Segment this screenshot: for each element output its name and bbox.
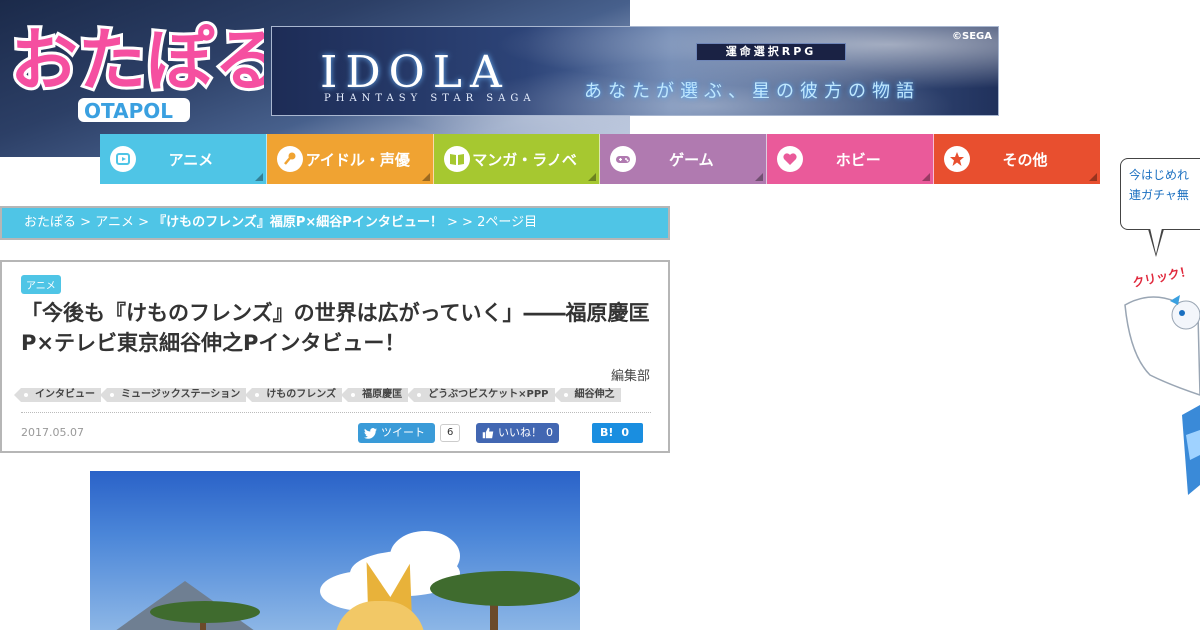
tag-list: インタビュー ミュージックステーション けものフレンズ 福原慶匡 どうぶつビスケ… xyxy=(14,388,621,402)
ad-title: IDOLA xyxy=(320,47,510,98)
tag-item[interactable]: ミュージックステーション xyxy=(99,388,247,402)
hatena-count: 0 xyxy=(621,426,630,439)
hatena-button[interactable]: B! 0 xyxy=(592,423,644,443)
nav-item-other[interactable]: その他 xyxy=(934,134,1100,184)
article-title: 「今後も『けものフレンズ』の世界は広がっていく」――福原慶匡P×テレビ東京細谷伸… xyxy=(21,301,650,355)
nav-item-label: アイドル・声優 xyxy=(305,150,410,169)
ad-tagline: あなたが選ぶ、星の彼方の物語 xyxy=(584,81,920,102)
main-nav: アニメ アイドル・声優 マンガ・ラノベ ゲーム ホビー その他 xyxy=(100,134,1100,184)
tag-item[interactable]: けものフレンズ xyxy=(245,388,343,402)
logo-text: おたぽる xyxy=(10,22,264,101)
tweet-count: 6 xyxy=(440,424,461,442)
nav-item-hobby[interactable]: ホビー xyxy=(767,134,935,184)
nav-item-game[interactable]: ゲーム xyxy=(600,134,768,184)
tag-item[interactable]: 福原慶匡 xyxy=(341,388,409,402)
ad-banner[interactable]: IDOLA PHANTASY STAR SAGA 運命選択RPG ©SEGA あ… xyxy=(271,26,999,116)
like-button[interactable]: いいね！ 0 xyxy=(476,423,559,443)
nav-item-label: マンガ・ラノベ xyxy=(472,150,577,169)
mascot-character-image[interactable] xyxy=(1120,285,1200,505)
nav-item-idol[interactable]: アイドル・声優 xyxy=(266,134,434,184)
tag-item[interactable]: インタビュー xyxy=(14,388,101,402)
breadcrumb-page: 2ページ目 xyxy=(477,215,538,230)
nav-item-label: その他 xyxy=(1002,150,1048,169)
like-count: 0 xyxy=(546,426,553,439)
page: おたぽる OTAPOL IDOLA PHANTASY STAR SAGA 運命選… xyxy=(0,0,1200,630)
promo-speech-bubble[interactable]: 今はじめれ 連ガチャ無 xyxy=(1120,158,1200,230)
facebook-like: いいね！ 0 xyxy=(476,423,559,443)
breadcrumb: おたぽる > アニメ > 『けものフレンズ』福原P×細谷Pインタビュー！ > >… xyxy=(0,206,670,240)
thumbs-up-icon xyxy=(482,427,494,439)
article-hero-image xyxy=(90,471,580,630)
category-badge[interactable]: アニメ xyxy=(21,275,61,294)
nav-item-label: アニメ xyxy=(168,150,214,169)
hatena-bookmark: B! 0 xyxy=(592,423,644,443)
tweet-button[interactable]: ツイート xyxy=(358,423,435,443)
nav-item-label: ホビー xyxy=(835,150,881,169)
article-author[interactable]: 編集部 xyxy=(611,365,650,384)
article-header-card: アニメ 「今後も『けものフレンズ』の世界は広がっていく」――福原慶匡P×テレビ東… xyxy=(0,260,670,453)
nav-item-anime[interactable]: アニメ xyxy=(100,134,267,184)
breadcrumb-category[interactable]: アニメ xyxy=(95,215,134,230)
article-date: 2017.05.07 xyxy=(21,426,84,439)
hatena-icon: B! xyxy=(600,426,614,439)
site-logo[interactable]: おたぽる OTAPOL xyxy=(4,6,264,126)
gamepad-icon xyxy=(610,146,637,172)
logo-subtext: OTAPOL xyxy=(84,99,173,123)
breadcrumb-home[interactable]: おたぽる xyxy=(24,215,76,230)
nav-item-manga[interactable]: マンガ・ラノベ xyxy=(433,134,601,184)
book-icon xyxy=(443,146,470,172)
ad-subtitle: PHANTASY STAR SAGA xyxy=(324,93,536,104)
promo-line-1: 今はじめれ xyxy=(1129,168,1190,182)
star-icon xyxy=(944,146,971,172)
ad-genre: 運命選択RPG xyxy=(696,43,846,61)
nav-item-label: ゲーム xyxy=(669,150,714,169)
twitter-bird-icon xyxy=(364,427,377,439)
tweet-share: ツイート 6 xyxy=(358,423,461,443)
play-icon xyxy=(110,146,136,172)
tag-item[interactable]: 細谷伸之 xyxy=(553,388,621,402)
microphone-icon xyxy=(276,146,303,172)
promo-line-2: 連ガチャ無 xyxy=(1129,188,1189,202)
heart-icon xyxy=(777,146,804,172)
ad-copyright: ©SEGA xyxy=(952,31,992,42)
tag-item[interactable]: どうぶつビスケット×PPP xyxy=(407,388,555,402)
divider xyxy=(21,412,651,413)
breadcrumb-article[interactable]: 『けものフレンズ』福原P×細谷Pインタビュー！ xyxy=(153,215,443,230)
